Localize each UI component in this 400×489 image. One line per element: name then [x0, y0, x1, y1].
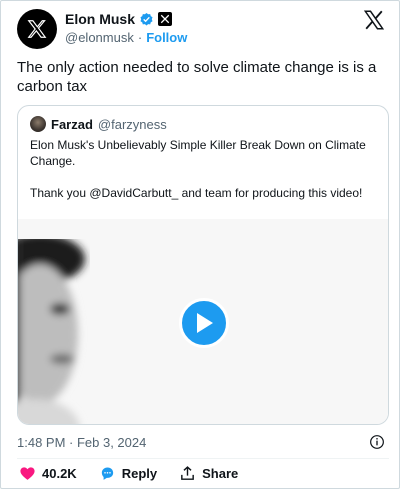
follow-button[interactable]: Follow — [146, 30, 187, 45]
timestamp[interactable]: 1:48 PM · Feb 3, 2024 — [17, 435, 146, 450]
reply-icon — [101, 467, 113, 480]
quote-author-handle: @farzyness — [97, 116, 167, 132]
play-button[interactable] — [179, 298, 229, 348]
share-icon — [181, 466, 194, 480]
share-button[interactable]: Share — [179, 465, 238, 482]
reply-button[interactable]: Reply — [99, 465, 157, 482]
video-player[interactable] — [18, 219, 388, 424]
separator-dot: · — [137, 30, 143, 45]
x-logo-icon — [27, 20, 47, 38]
quote-text: Elon Musk's Unbelievably Simple Killer B… — [30, 138, 366, 200]
tweet-text: The only action needed to solve climate … — [17, 59, 377, 95]
x-logo-icon[interactable] — [363, 9, 385, 31]
verified-icon — [140, 12, 153, 25]
divider — [17, 458, 389, 459]
author-name[interactable]: Elon Musk — [65, 11, 135, 27]
heart-icon — [20, 467, 35, 480]
quoted-tweet[interactable]: Farzad @farzyness Elon Musk's Unbelievab… — [17, 105, 389, 425]
quote-author-name: Farzad — [51, 116, 93, 132]
tweet-card: Elon Musk @elonmusk · Follow The only ac… — [0, 0, 400, 489]
video-thumbnail — [18, 239, 85, 424]
author-avatar[interactable] — [17, 9, 57, 49]
play-icon — [197, 313, 213, 333]
quote-avatar[interactable] — [30, 116, 46, 132]
author-block: Elon Musk @elonmusk · Follow — [65, 10, 187, 45]
share-label: Share — [202, 466, 239, 481]
x-badge-icon — [158, 12, 173, 26]
like-count: 40.2K — [42, 466, 77, 481]
info-icon[interactable] — [369, 434, 385, 450]
action-bar: 40.2K Reply Share — [19, 465, 260, 482]
reply-label: Reply — [121, 466, 158, 481]
author-handle[interactable]: @elonmusk — [65, 30, 134, 45]
like-button[interactable]: 40.2K — [19, 465, 77, 482]
